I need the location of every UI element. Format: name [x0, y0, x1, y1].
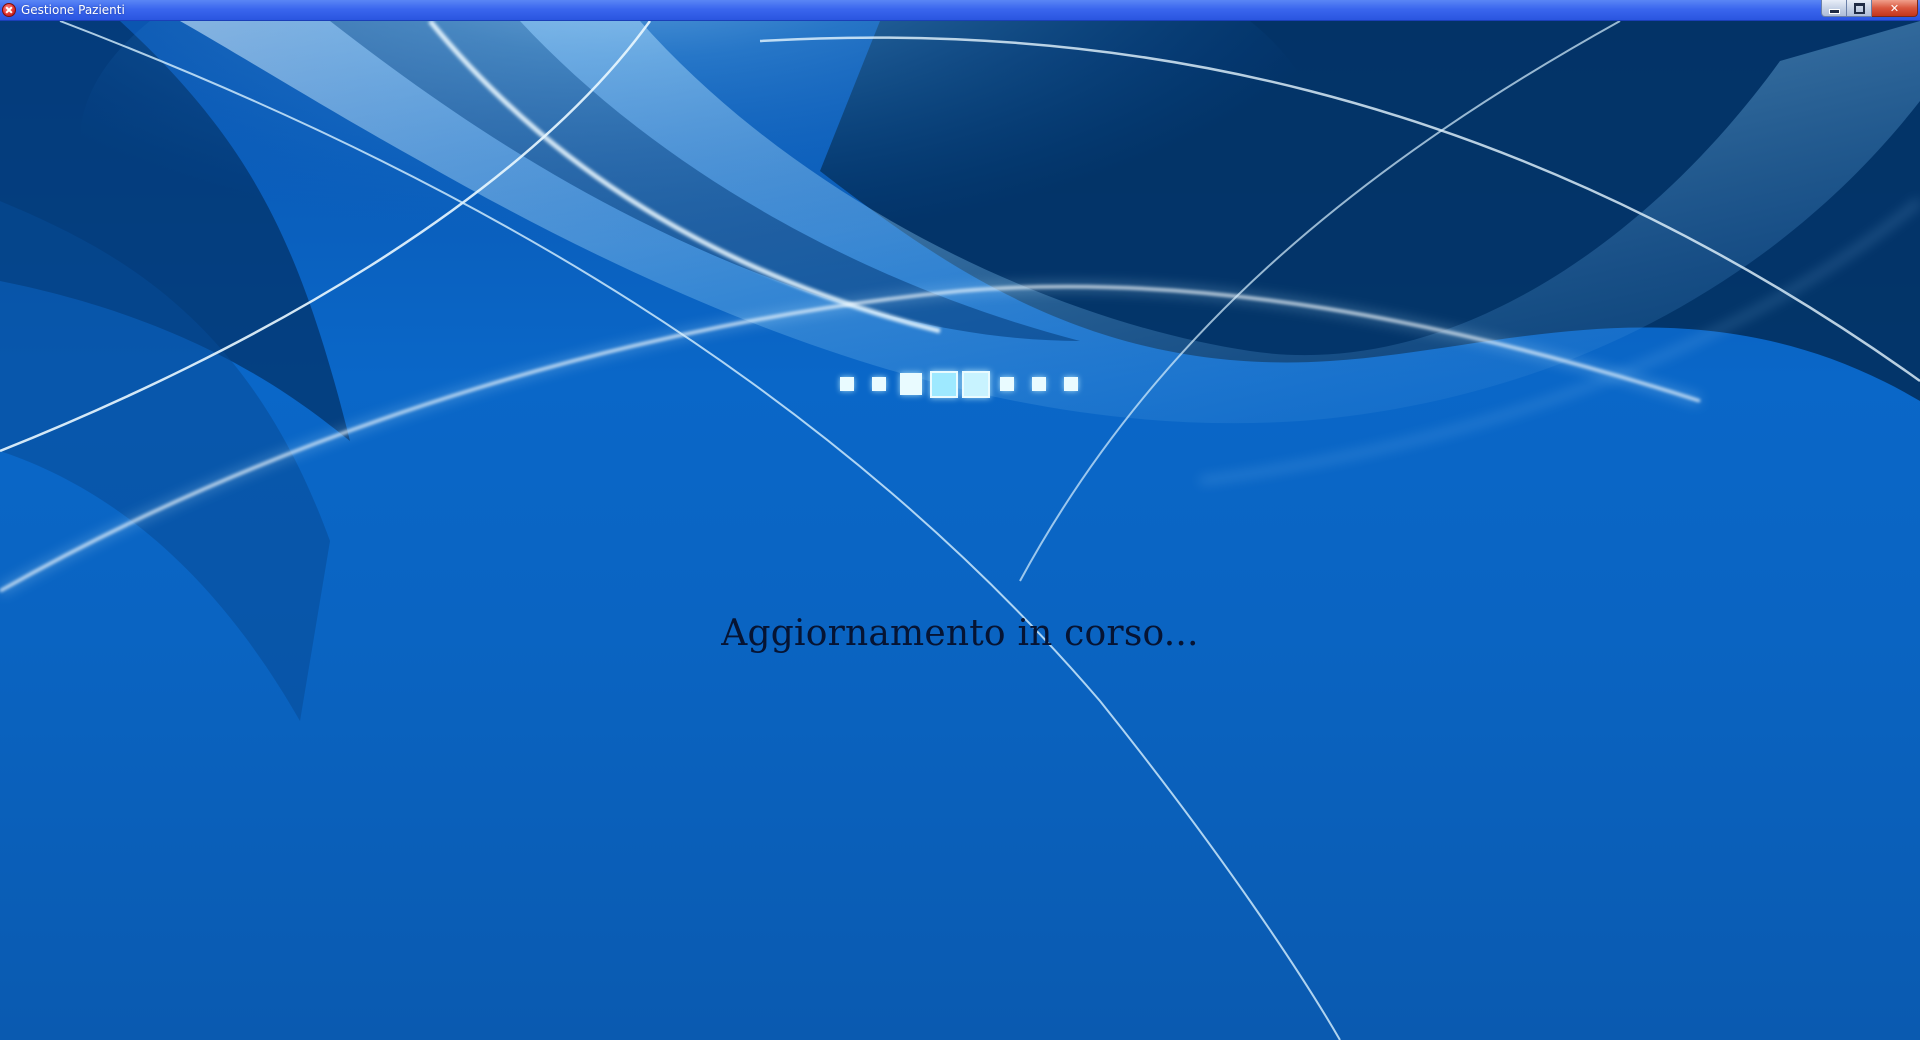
title-bar[interactable]: Gestione Pazienti ✕ [0, 0, 1920, 21]
restore-icon [1853, 2, 1865, 14]
loading-square [1000, 377, 1014, 391]
window-title: Gestione Pazienti [21, 3, 125, 17]
loading-square [872, 377, 886, 391]
loading-square-active [930, 371, 958, 398]
minimize-button[interactable] [1821, 0, 1847, 17]
loading-square [900, 373, 922, 395]
loading-square [1064, 377, 1078, 391]
loading-square [840, 377, 854, 391]
window-controls: ✕ [1821, 0, 1918, 17]
loading-square-active [962, 371, 990, 398]
minimize-icon [1828, 8, 1840, 14]
app-window: Gestione Pazienti ✕ Aggiornamento in cor… [0, 0, 1920, 1040]
loading-message: Aggiornamento in corso... [721, 613, 1199, 654]
loading-square [1032, 377, 1046, 391]
loading-screen: Aggiornamento in corso... [0, 21, 1920, 1040]
background-wallpaper [0, 21, 1920, 1040]
maximize-button[interactable] [1847, 0, 1872, 17]
close-icon: ✕ [1889, 1, 1900, 15]
app-icon [2, 3, 16, 17]
close-button[interactable]: ✕ [1872, 0, 1918, 17]
